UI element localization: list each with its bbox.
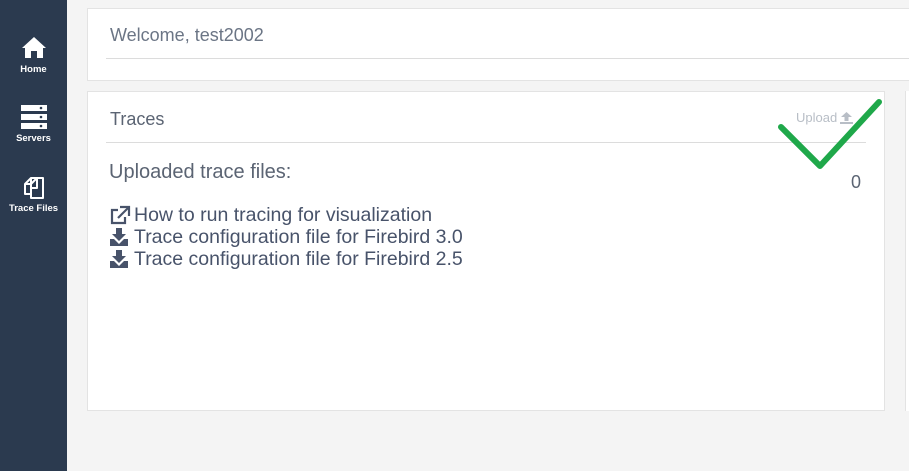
trace-files-icon	[23, 177, 44, 199]
sidebar-item-trace-files[interactable]: Trace Files	[0, 174, 67, 214]
external-link-icon	[110, 205, 131, 225]
link-label: Trace configuration file for Firebird 3.…	[134, 225, 463, 248]
sidebar: Home Servers Trace Files	[0, 0, 67, 471]
home-icon	[21, 37, 46, 58]
link-firebird-3-config[interactable]: Trace configuration file for Firebird 3.…	[109, 226, 463, 248]
traces-title: Traces	[110, 109, 165, 129]
link-firebird-25-config[interactable]: Trace configuration file for Firebird 2.…	[109, 248, 463, 270]
sidebar-item-label: Servers	[16, 133, 51, 144]
sidebar-item-home[interactable]: Home	[0, 35, 67, 75]
uploaded-files-label: Uploaded trace files:	[109, 161, 292, 183]
welcome-card: Welcome, test2002	[87, 8, 909, 81]
upload-icon	[840, 111, 854, 124]
link-how-to-run-tracing[interactable]: How to run tracing for visualization	[109, 204, 463, 226]
upload-label: Upload	[796, 110, 838, 125]
link-label: Trace configuration file for Firebird 2.…	[134, 247, 463, 270]
upload-button[interactable]: Upload	[796, 110, 854, 125]
sidebar-item-servers[interactable]: Servers	[0, 104, 67, 144]
links-list: How to run tracing for visualization Tra…	[109, 204, 463, 270]
download-icon	[110, 250, 128, 268]
servers-icon	[20, 105, 47, 129]
sidebar-item-label: Home	[20, 64, 47, 75]
divider	[106, 142, 866, 143]
right-panel-edge	[905, 91, 909, 411]
download-icon	[110, 228, 128, 246]
link-label: How to run tracing for visualization	[134, 203, 433, 226]
divider	[106, 58, 909, 59]
welcome-message: Welcome, test2002	[110, 25, 264, 45]
traces-card: Traces Upload Uploaded trace files: 0 Ho…	[87, 91, 885, 411]
sidebar-item-label: Trace Files	[8, 203, 59, 214]
uploaded-files-count: 0	[851, 172, 862, 192]
